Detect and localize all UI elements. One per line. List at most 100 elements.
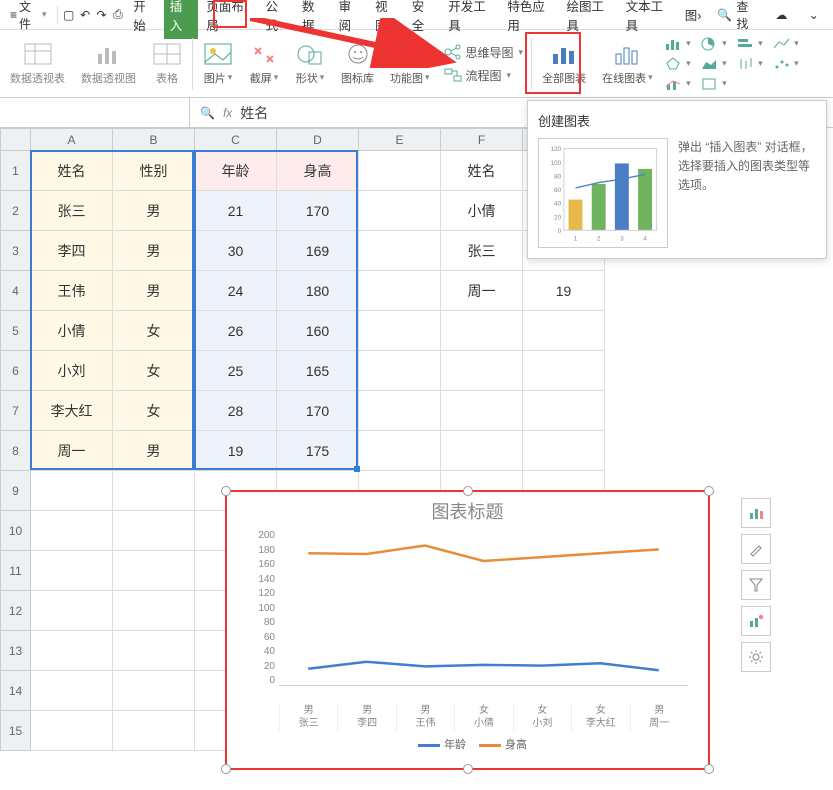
ribbon-shapes[interactable]: 形状▾ bbox=[289, 33, 331, 95]
cell[interactable] bbox=[441, 311, 523, 351]
mini-combo-icon[interactable]: ▾ bbox=[665, 77, 691, 91]
name-box[interactable] bbox=[0, 98, 190, 127]
cell[interactable] bbox=[359, 271, 441, 311]
cell[interactable] bbox=[359, 391, 441, 431]
cell[interactable] bbox=[113, 511, 195, 551]
cell[interactable]: 男 bbox=[113, 191, 195, 231]
cell[interactable]: 男 bbox=[113, 431, 195, 471]
cell[interactable]: 160 bbox=[277, 311, 359, 351]
chart-export-button[interactable] bbox=[741, 606, 771, 636]
cell[interactable]: 女 bbox=[113, 391, 195, 431]
ribbon-icon-library[interactable]: 图标库 bbox=[335, 33, 380, 95]
cell[interactable] bbox=[523, 351, 605, 391]
row-head[interactable]: 3 bbox=[1, 231, 31, 271]
cell[interactable] bbox=[113, 711, 195, 751]
row-head[interactable]: 5 bbox=[1, 311, 31, 351]
select-all-corner[interactable] bbox=[1, 129, 31, 151]
cell[interactable]: 165 bbox=[277, 351, 359, 391]
cell[interactable]: 21 bbox=[195, 191, 277, 231]
cell[interactable]: 小倩 bbox=[441, 191, 523, 231]
print-icon[interactable]: ⎙ bbox=[111, 7, 125, 23]
formula-value[interactable]: 姓名 bbox=[240, 103, 268, 123]
cell[interactable] bbox=[359, 151, 441, 191]
cell[interactable]: 李四 bbox=[31, 231, 113, 271]
cell[interactable]: 180 bbox=[277, 271, 359, 311]
cell[interactable]: 24 bbox=[195, 271, 277, 311]
cell[interactable]: 19 bbox=[523, 271, 605, 311]
chart-title[interactable]: 图表标题 bbox=[227, 492, 708, 530]
row-head[interactable]: 2 bbox=[1, 191, 31, 231]
row-head[interactable]: 4 bbox=[1, 271, 31, 311]
cell[interactable]: 男 bbox=[113, 271, 195, 311]
ribbon-table[interactable]: 表格 bbox=[146, 33, 188, 95]
chart-elements-button[interactable] bbox=[741, 498, 771, 528]
cell[interactable]: 女 bbox=[113, 351, 195, 391]
row-head[interactable]: 7 bbox=[1, 391, 31, 431]
cell[interactable] bbox=[359, 311, 441, 351]
mini-scatter-icon[interactable]: ▾ bbox=[773, 57, 799, 71]
cell[interactable] bbox=[31, 631, 113, 671]
cell[interactable] bbox=[113, 471, 195, 511]
resize-handle[interactable] bbox=[221, 486, 231, 496]
cell[interactable] bbox=[31, 551, 113, 591]
resize-handle[interactable] bbox=[463, 486, 473, 496]
ribbon-mindmap[interactable]: 思维导图▾ bbox=[444, 44, 524, 61]
cell[interactable] bbox=[113, 631, 195, 671]
cell[interactable]: 小倩 bbox=[31, 311, 113, 351]
col-head-d[interactable]: D bbox=[277, 129, 359, 151]
cell[interactable]: 性别 bbox=[113, 151, 195, 191]
cell[interactable]: 身高 bbox=[277, 151, 359, 191]
mini-line-icon[interactable]: ▾ bbox=[773, 37, 799, 51]
cell[interactable] bbox=[441, 351, 523, 391]
cell[interactable]: 姓名 bbox=[31, 151, 113, 191]
cell[interactable] bbox=[523, 311, 605, 351]
ribbon-picture[interactable]: 图片▾ bbox=[197, 33, 239, 95]
cell[interactable] bbox=[113, 551, 195, 591]
row-head[interactable]: 10 bbox=[1, 511, 31, 551]
row-head[interactable]: 13 bbox=[1, 631, 31, 671]
row-head[interactable]: 12 bbox=[1, 591, 31, 631]
cell[interactable]: 张三 bbox=[31, 191, 113, 231]
cell[interactable]: 26 bbox=[195, 311, 277, 351]
cell[interactable]: 169 bbox=[277, 231, 359, 271]
row-head[interactable]: 9 bbox=[1, 471, 31, 511]
ribbon-screenshot[interactable]: 截屏▾ bbox=[243, 33, 285, 95]
ribbon-smartart[interactable]: 功能图▾ bbox=[384, 33, 436, 95]
cell[interactable] bbox=[359, 351, 441, 391]
mini-more-icon[interactable]: ▾ bbox=[701, 77, 727, 91]
row-head[interactable]: 14 bbox=[1, 671, 31, 711]
cell[interactable]: 女 bbox=[113, 311, 195, 351]
magnifier-icon[interactable]: 🔍 bbox=[200, 106, 215, 120]
mini-bar-icon[interactable]: ▾ bbox=[665, 37, 691, 51]
ribbon-online-charts[interactable]: 在线图表▾ bbox=[596, 33, 659, 95]
cell[interactable] bbox=[31, 591, 113, 631]
cell[interactable]: 张三 bbox=[441, 231, 523, 271]
col-head-b[interactable]: B bbox=[113, 129, 195, 151]
cell[interactable]: 170 bbox=[277, 391, 359, 431]
cell[interactable] bbox=[359, 431, 441, 471]
resize-handle[interactable] bbox=[463, 764, 473, 774]
save-icon[interactable]: ▢ bbox=[61, 7, 75, 23]
cell[interactable]: 小刘 bbox=[31, 351, 113, 391]
undo-icon[interactable]: ↶ bbox=[78, 7, 92, 23]
row-head[interactable]: 6 bbox=[1, 351, 31, 391]
resize-handle[interactable] bbox=[221, 764, 231, 774]
cell[interactable]: 175 bbox=[277, 431, 359, 471]
row-head[interactable]: 1 bbox=[1, 151, 31, 191]
col-head-f[interactable]: F bbox=[441, 129, 523, 151]
cell[interactable] bbox=[31, 671, 113, 711]
cell[interactable] bbox=[113, 591, 195, 631]
cell[interactable]: 19 bbox=[195, 431, 277, 471]
chart-style-button[interactable] bbox=[741, 534, 771, 564]
cell[interactable]: 姓名 bbox=[441, 151, 523, 191]
mini-hbar-icon[interactable]: ▾ bbox=[737, 37, 763, 51]
cell[interactable] bbox=[31, 511, 113, 551]
tab-more[interactable]: 图› bbox=[679, 0, 708, 29]
cloud-icon[interactable]: ☁ bbox=[774, 7, 788, 23]
mini-radar-icon[interactable]: ▾ bbox=[665, 57, 691, 71]
cell[interactable] bbox=[441, 431, 523, 471]
cell[interactable]: 周一 bbox=[441, 271, 523, 311]
cell[interactable] bbox=[359, 191, 441, 231]
cell[interactable] bbox=[441, 391, 523, 431]
chevron-down-small-icon[interactable]: ⌄ bbox=[807, 7, 821, 23]
